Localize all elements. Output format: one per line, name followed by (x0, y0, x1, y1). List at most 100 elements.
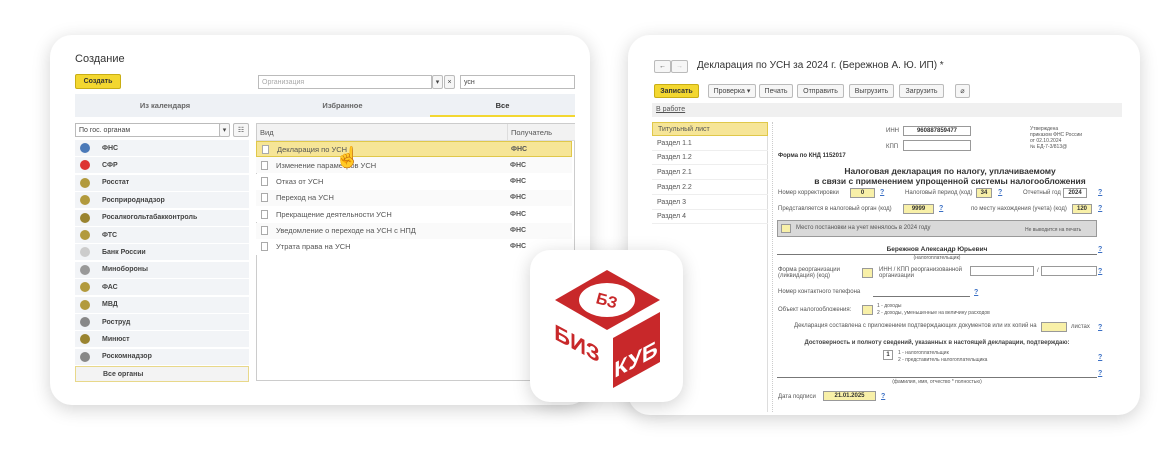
agency-emblem-icon (80, 143, 90, 153)
help-link[interactable]: ? (1098, 246, 1102, 253)
column-header-type[interactable]: Вид (260, 128, 274, 137)
organization-dropdown-button[interactable]: ▾ (432, 75, 443, 89)
help-link[interactable]: ? (1098, 189, 1102, 196)
check-button[interactable]: Проверка ▾ (708, 84, 756, 98)
table-row[interactable]: Уведомление о переходе на УСН с НПД ФНС (256, 222, 572, 239)
form-heading-2: в связи с применением упрощенной системы… (814, 176, 1086, 186)
table-row[interactable]: Утрата права на УСН ФНС (256, 238, 572, 255)
search-input[interactable]: усн (460, 75, 575, 89)
filter-dropdown-button[interactable]: ▾ (219, 123, 230, 137)
help-link[interactable]: ? (1098, 354, 1102, 361)
reorg-inn-field[interactable] (970, 266, 1034, 276)
confirm-field[interactable]: 1 (883, 350, 893, 360)
reorganization-label: Форма реорганизации (ликвидация) (код) (778, 267, 840, 279)
attachments-label: Декларация составлена с приложением подт… (794, 323, 1037, 329)
help-link[interactable]: ? (1098, 370, 1102, 377)
send-button[interactable]: Отправить (797, 84, 844, 98)
agency-item[interactable]: МВД (75, 296, 249, 313)
attach-button[interactable]: ⌀ (955, 84, 970, 98)
agency-item[interactable]: Росприроднадзор (75, 192, 249, 209)
import-button[interactable]: Загрузить (899, 84, 944, 98)
sign-date-field[interactable]: 21.01.2025 (823, 391, 876, 401)
agency-emblem-icon (80, 334, 90, 345)
back-button[interactable]: ← (654, 60, 671, 73)
help-link[interactable]: ? (1098, 324, 1102, 331)
organization-clear-button[interactable]: × (444, 75, 455, 89)
section-item[interactable]: Раздел 2.2 (652, 181, 768, 195)
section-item[interactable]: Раздел 3 (652, 196, 768, 210)
help-link[interactable]: ? (998, 189, 1002, 196)
document-type: Изменение параметров УСН (276, 160, 377, 170)
column-header-recipient[interactable]: Получатель (507, 124, 555, 141)
table-row[interactable]: Переход на УСН ФНС (256, 189, 572, 206)
tax-object-field[interactable] (862, 305, 873, 315)
agency-item[interactable]: Все органы (75, 366, 249, 383)
agency-item[interactable]: Минобороны (75, 261, 249, 278)
reorg-kpp-field[interactable] (1041, 266, 1097, 276)
help-link[interactable]: ? (880, 189, 884, 196)
location-changed-label: Место постановки на учет менялось в 2024… (796, 225, 931, 231)
agency-item[interactable]: Росстат (75, 174, 249, 191)
help-link[interactable]: ? (974, 289, 978, 296)
year-field[interactable]: 2024 (1063, 188, 1087, 198)
table-row[interactable]: Изменение параметров УСН ФНС (256, 157, 572, 174)
location-changed-checkbox[interactable] (781, 224, 791, 233)
print-button[interactable]: Печать (759, 84, 793, 98)
tab-calendar[interactable]: Из календаря (75, 101, 255, 110)
agency-item[interactable]: СФР (75, 157, 249, 174)
authority-field[interactable]: 9999 (903, 204, 934, 214)
agency-item[interactable]: Росалкогольтабакконтроль (75, 209, 249, 226)
agency-emblem-icon (80, 212, 90, 223)
document-type: Прекращение деятельности УСН (276, 209, 392, 219)
forward-button[interactable]: → (671, 60, 688, 73)
period-field[interactable]: 34 (976, 188, 992, 198)
section-item[interactable]: Раздел 4 (652, 210, 768, 225)
help-link[interactable]: ? (1098, 205, 1102, 212)
status-bar (652, 103, 1122, 117)
table-row[interactable]: Декларация по УСН ФНС (256, 141, 572, 157)
taxpayer-caption: (налогоплательщик) (913, 255, 961, 261)
correction-field[interactable]: 0 (850, 188, 875, 198)
document-recipient: ФНС (510, 243, 527, 251)
help-link[interactable]: ? (1098, 268, 1102, 275)
hand-cursor-icon: ☝ (335, 147, 361, 170)
help-link[interactable]: ? (881, 393, 885, 400)
agency-item[interactable]: ФТС (75, 227, 249, 243)
section-item[interactable]: Титульный лист (652, 122, 768, 136)
document-recipient: ФНС (510, 210, 527, 218)
tab-all[interactable]: Все (430, 101, 575, 117)
reorganization-field[interactable] (862, 268, 873, 278)
create-button[interactable]: Создать (75, 74, 121, 89)
agency-item[interactable]: Роструд (75, 314, 249, 330)
tab-favorites[interactable]: Избранное (255, 101, 430, 110)
tree-view-button[interactable]: ☷ (233, 123, 249, 137)
save-button[interactable]: Записать (654, 84, 699, 98)
section-item[interactable]: Раздел 2.1 (652, 166, 768, 181)
agency-item[interactable]: Минюст (75, 331, 249, 348)
agency-item[interactable]: ФАС (75, 279, 249, 296)
organization-input[interactable]: Организация (258, 75, 432, 89)
agency-emblem-icon (80, 317, 90, 327)
section-item[interactable]: Раздел 1.1 (652, 137, 768, 151)
tax-object-option: 1 - доходы (877, 303, 902, 309)
location-field[interactable]: 120 (1072, 204, 1092, 214)
approved-line: № ЕД-7-3/813@ (1030, 144, 1068, 150)
section-item[interactable]: Раздел 1.2 (652, 151, 768, 166)
inn-field[interactable]: 960887859477 (903, 126, 971, 136)
table-row[interactable]: Отказ от УСН ФНС (256, 173, 572, 190)
export-button[interactable]: Выгрузить (849, 84, 894, 98)
help-link[interactable]: ? (939, 205, 943, 212)
document-icon (261, 177, 268, 187)
agency-item[interactable]: Роскомнадзор (75, 348, 249, 365)
kpp-field[interactable] (903, 140, 971, 151)
sheets-field[interactable] (1041, 322, 1067, 332)
agency-item[interactable]: Банк России (75, 244, 249, 261)
phone-label: Номер контактного телефона (778, 289, 861, 295)
phone-field[interactable] (873, 296, 970, 297)
table-row[interactable]: Прекращение деятельности УСН ФНС (256, 206, 572, 223)
correction-label: Номер корректировки (778, 190, 839, 196)
period-label: Налоговый период (код) (905, 190, 973, 196)
status-link[interactable]: В работе (656, 106, 685, 113)
filter-select[interactable]: По гос. органам (75, 123, 220, 137)
agency-item[interactable]: ФНС (75, 140, 249, 156)
